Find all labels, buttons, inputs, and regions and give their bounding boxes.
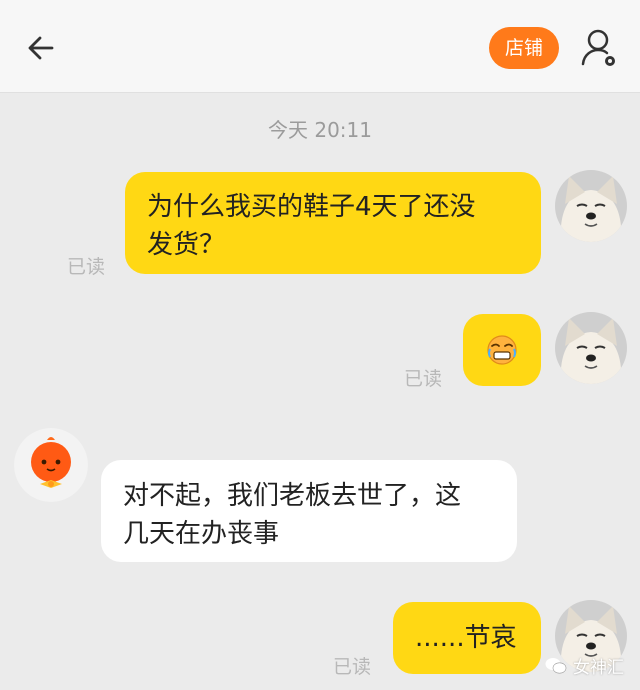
my-sticker-bubble[interactable] [463,314,541,386]
shiba-dog-avatar [555,312,627,384]
chat-header: 店铺 [0,0,640,93]
wechat-icon [545,657,567,673]
shop-button[interactable]: 店铺 [489,27,559,69]
read-status: 已读 [404,368,443,390]
back-button[interactable] [22,28,62,68]
watermark-text: 女神汇 [573,658,624,678]
my-message-bubble[interactable]: 为什么我买的鞋子4天了还没 发货？ [125,172,541,274]
read-status: 已读 [333,656,372,678]
arrow-left-icon [28,36,54,60]
message-text-line: 发货？ [147,230,226,260]
message-text-line: ......节哀 [415,623,517,653]
my-message-bubble[interactable]: ......节哀 [393,602,541,674]
message-text-line: 为什么我买的鞋子4天了还没 [147,192,476,222]
crying-emoji-icon [487,335,517,365]
user-settings-icon [581,29,615,66]
message-text-line: 几天在办丧事 [123,519,280,549]
watermark: 女神汇 [545,653,624,678]
my-avatar[interactable] [555,170,627,242]
shop-message-bubble[interactable]: 对不起，我们老板去世了，这 几天在办丧事 [101,460,517,562]
shop-avatar[interactable] [14,428,88,502]
shiba-dog-avatar [555,170,627,242]
read-status: 已读 [67,256,106,278]
user-settings-button[interactable] [580,26,620,70]
chat-timestamp: 今天 20:11 [268,118,372,142]
my-avatar[interactable] [555,312,627,384]
orange-mascot-avatar [14,428,88,502]
message-text-line: 对不起，我们老板去世了，这 [123,481,462,511]
